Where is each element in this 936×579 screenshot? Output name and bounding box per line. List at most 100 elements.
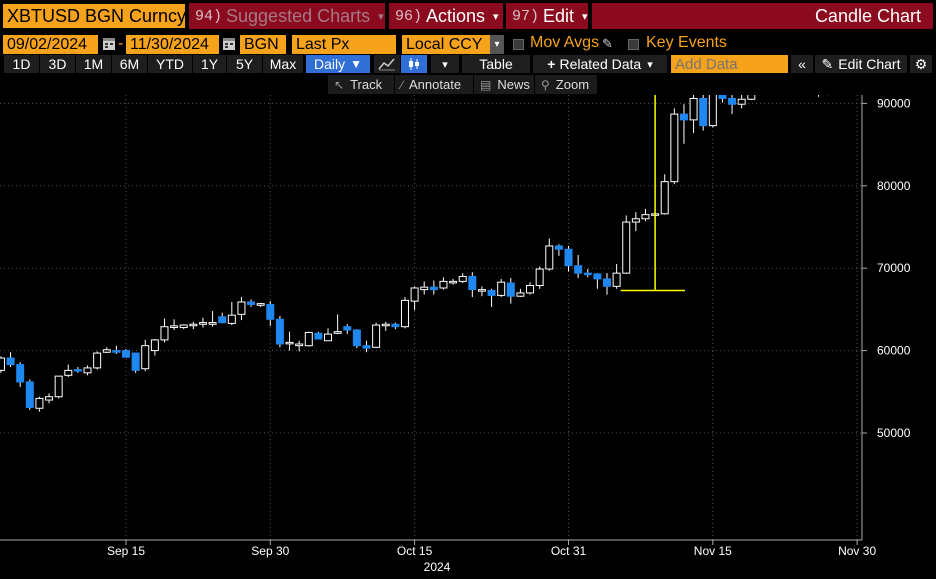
source-field[interactable]: BGN: [240, 35, 286, 54]
controls-bar: 09/02/2024 - 11/30/2024 BGN Last Px Loca…: [0, 33, 936, 54]
zoom-tool[interactable]: ⚲ Zoom: [535, 75, 597, 94]
period-select[interactable]: Daily ▼: [306, 55, 370, 73]
candle-up: [526, 285, 535, 294]
suggested-charts-menu[interactable]: 94) Suggested Charts ▾: [189, 3, 385, 29]
candle-up: [708, 95, 717, 127]
candle-down: [391, 323, 400, 328]
range-1y-button[interactable]: 1Y: [193, 55, 226, 73]
add-data-input[interactable]: [671, 55, 788, 73]
candle-down: [728, 97, 737, 105]
price-field-select[interactable]: Last Px: [292, 35, 396, 54]
candle-up: [150, 339, 159, 352]
edit-label: Edit: [543, 5, 575, 26]
search-icon: ⚲: [541, 77, 550, 92]
period-label: Daily: [313, 56, 346, 72]
candle-down: [564, 248, 573, 267]
view-title: Candle Chart: [814, 5, 921, 26]
x-tick-label: Oct 15: [397, 544, 433, 558]
collapse-icon[interactable]: «: [791, 55, 813, 73]
candle-up: [208, 322, 217, 325]
candle-chart-icon[interactable]: [401, 55, 427, 73]
calendar-icon[interactable]: [102, 35, 116, 53]
candle-up: [381, 323, 390, 327]
chevron-down-icon[interactable]: ▾: [490, 35, 504, 54]
candle-down: [122, 350, 130, 358]
suggested-number: 94): [195, 7, 223, 25]
candle-down: [314, 332, 323, 340]
y-tick-label: 70000: [877, 261, 911, 275]
candle-down: [73, 369, 82, 372]
edit-chart-button[interactable]: ✎ Edit Chart: [815, 55, 907, 73]
candle-up: [660, 181, 669, 215]
chevron-down-icon: ▾: [378, 10, 384, 23]
candle-down: [718, 95, 727, 99]
candle-up: [160, 326, 169, 341]
view-title-bar: Candle Chart: [592, 3, 933, 29]
chevron-down-icon: ▾: [647, 58, 653, 71]
y-tick-label: 90000: [877, 96, 911, 110]
candle-down: [275, 318, 284, 345]
candle-up: [449, 280, 458, 284]
news-icon: ▤: [480, 77, 492, 92]
candle-down: [343, 326, 352, 331]
candle-down: [362, 345, 371, 349]
key-events-label[interactable]: Key Events: [646, 34, 727, 52]
table-button[interactable]: Table: [462, 55, 530, 73]
currency-select[interactable]: Local CCY: [402, 35, 490, 54]
candle-down: [583, 272, 592, 276]
security-field[interactable]: XBTUSD BGN Curncy: [3, 4, 186, 28]
candle-up: [400, 299, 409, 328]
candle-down: [266, 303, 275, 320]
mov-avgs-label[interactable]: Mov Avgs: [530, 34, 599, 52]
candle-chart[interactable]: 50000600007000080000900000.1MSep 15Sep 3…: [0, 95, 936, 579]
track-tool[interactable]: ↖ Track: [328, 75, 394, 94]
candle-up: [612, 272, 621, 287]
edit-chart-label: Edit Chart: [838, 56, 901, 72]
annotate-tool[interactable]: ⁄ Annotate: [395, 75, 473, 94]
calendar-icon[interactable]: [222, 35, 236, 53]
x-tick-label: Oct 31: [551, 544, 587, 558]
zoom-label: Zoom: [555, 77, 590, 92]
candle-up: [622, 221, 631, 274]
candle-down: [218, 316, 227, 324]
candle-down: [679, 113, 688, 121]
candle-up: [545, 245, 554, 270]
candle-up: [54, 375, 63, 398]
candle-up: [333, 331, 342, 334]
header-bar: XBTUSD BGN Curncy 94) Suggested Charts ▾…: [0, 0, 936, 32]
range-max-button[interactable]: Max: [263, 55, 303, 73]
start-date-field[interactable]: 09/02/2024: [3, 35, 98, 54]
candle-down: [554, 245, 563, 250]
range-3d-button[interactable]: 3D: [40, 55, 75, 73]
candle-down: [112, 350, 121, 353]
news-tool[interactable]: ▤ News: [474, 75, 534, 94]
candle-up: [410, 287, 419, 302]
range-ytd-button[interactable]: YTD: [148, 55, 192, 73]
candle-down: [487, 289, 496, 296]
candle-up: [497, 281, 506, 296]
y-tick-label: 60000: [877, 344, 911, 358]
range-5y-button[interactable]: 5Y: [227, 55, 262, 73]
edit-menu[interactable]: 97) Edit ▾: [506, 3, 588, 29]
gear-icon[interactable]: ⚙: [910, 55, 932, 73]
actions-menu[interactable]: 96) Actions ▾: [389, 3, 503, 29]
candle-up: [102, 349, 111, 353]
y-tick-label: 50000: [877, 426, 911, 440]
chevron-down-icon[interactable]: ▾: [431, 55, 459, 73]
candle-down: [574, 265, 583, 274]
range-1m-button[interactable]: 1M: [76, 55, 111, 73]
x-tick-label: Nov 30: [838, 544, 876, 558]
pencil-icon[interactable]: ✎: [602, 36, 613, 52]
candle-up: [170, 325, 179, 329]
line-chart-icon[interactable]: [374, 55, 400, 73]
candle-down: [699, 97, 708, 127]
key-events-checkbox[interactable]: [628, 39, 639, 50]
x-tick-label: Sep 30: [251, 544, 289, 558]
candle-up: [189, 323, 198, 327]
related-data-menu[interactable]: + Related Data ▾: [533, 55, 667, 73]
candle-up: [45, 396, 54, 401]
range-6m-button[interactable]: 6M: [112, 55, 147, 73]
mov-avgs-checkbox[interactable]: [513, 39, 524, 50]
end-date-field[interactable]: 11/30/2024: [126, 35, 219, 54]
range-1d-button[interactable]: 1D: [4, 55, 39, 73]
